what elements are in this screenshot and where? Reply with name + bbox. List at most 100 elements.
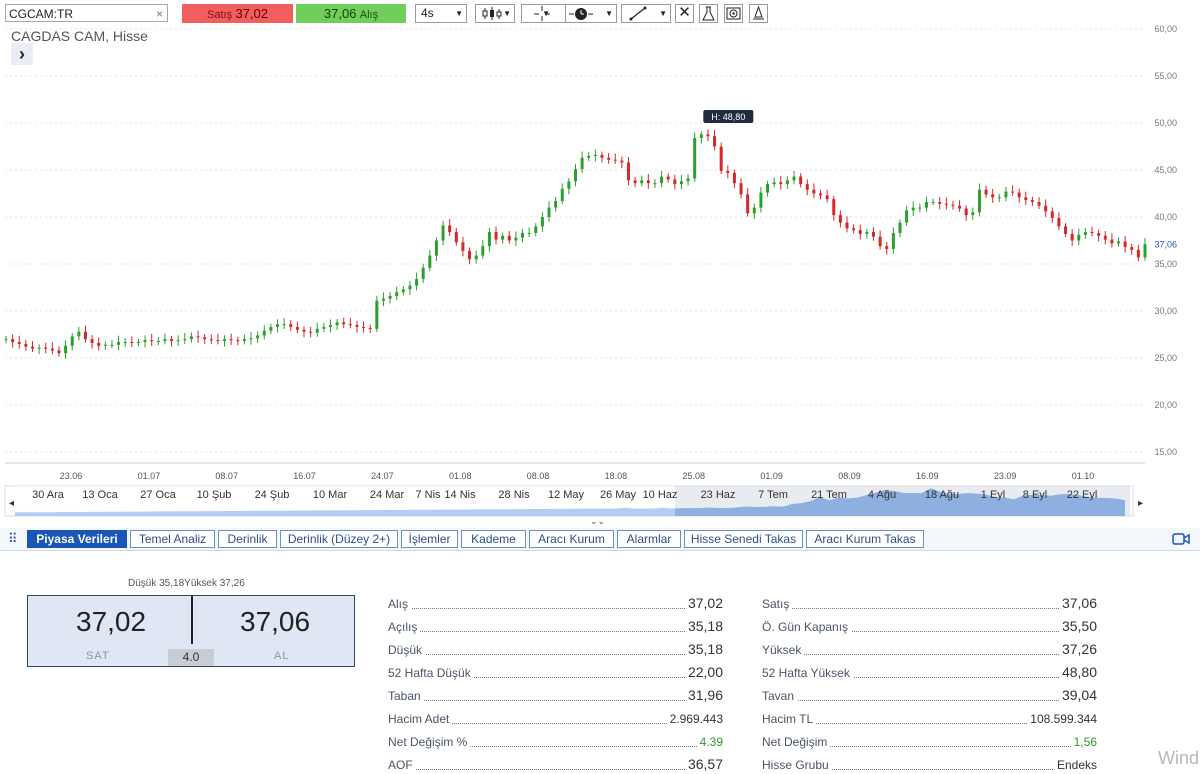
navigator-label: 27 Oca <box>140 489 176 501</box>
navigator-label: 26 May <box>600 489 637 501</box>
candle-body <box>494 232 498 240</box>
candle-body <box>11 339 15 343</box>
close-icon[interactable]: × <box>156 5 163 23</box>
symbol-input[interactable]: CGCAM:TR × <box>5 4 168 22</box>
candle-body <box>123 342 127 344</box>
candle-body <box>984 189 988 195</box>
candle-body <box>223 339 227 342</box>
candle-body <box>468 250 472 260</box>
last-price-label: 37,06 <box>1154 239 1177 249</box>
left-stat-label: Net Değişim % <box>388 735 471 749</box>
right-stat-value: 37,06 <box>1058 595 1097 611</box>
right-stat-value: Endeks <box>1053 758 1097 772</box>
candle-body <box>322 326 326 329</box>
candle-body <box>971 212 975 216</box>
time-button[interactable]: ▼ <box>565 4 617 23</box>
chart-type-button[interactable]: ▼ <box>475 4 515 23</box>
tab-3[interactable]: Derinlik (Düzey 2+) <box>280 530 398 548</box>
candle-body <box>454 232 458 243</box>
left-stat-value: 35,18 <box>684 618 723 634</box>
nav-left-arrow-icon[interactable]: ◂ <box>9 498 14 509</box>
high-marker-label: H: 48,80 <box>711 112 745 122</box>
right-stat-row: Tavan 39,04 <box>762 687 1097 705</box>
sell-button[interactable]: Satış 37,02 <box>182 4 293 23</box>
video-icon[interactable] <box>1172 532 1190 546</box>
candle-body <box>408 285 412 290</box>
collapse-icon[interactable]: ⌄⌄ <box>590 516 605 525</box>
left-stat-value: 2.969.443 <box>666 712 723 726</box>
ask-price[interactable]: 37,06 <box>240 606 310 638</box>
y-tick-label: 55,00 <box>1154 71 1177 81</box>
candle-body <box>626 162 630 181</box>
candle-body <box>951 204 955 206</box>
candle-body <box>1097 232 1101 236</box>
right-stat-row: Satış 37,06 <box>762 595 1097 613</box>
tab-8[interactable]: Hisse Senedi Takas <box>684 530 803 548</box>
candle-body <box>527 232 531 234</box>
navigator-label: 13 Oca <box>82 489 118 501</box>
candle-body <box>938 201 942 204</box>
line-draw-icon <box>629 6 647 21</box>
candle-body <box>1083 232 1087 235</box>
candle-body <box>534 226 538 233</box>
buy-button[interactable]: 37,06 Alış <box>296 4 406 23</box>
candle-body <box>1017 192 1021 198</box>
tab-2[interactable]: Derinlik <box>218 530 277 548</box>
candle-body <box>90 339 94 343</box>
left-stat-row: 52 Hafta Düşük 22,00 <box>388 664 723 682</box>
price-chart[interactable]: 60,00 55,00 50,00 45,00 40,00 35,00 30,00 25,00… <box>0 0 1200 525</box>
left-stat-label: Alış <box>388 597 412 611</box>
right-stat-label: Tavan <box>762 689 798 703</box>
left-stat-label: Taban <box>388 689 424 703</box>
candle-body <box>50 348 54 351</box>
day-low: Düşük 35,18 <box>128 578 185 589</box>
navigator-label: 28 Nis <box>498 489 530 501</box>
x-tick-label: 16.09 <box>916 471 939 481</box>
candle-body <box>448 225 452 233</box>
candle-body <box>785 180 789 185</box>
left-stat-row: Taban 31,96 <box>388 687 723 705</box>
candle-body <box>885 246 889 249</box>
x-tick-label: 23.09 <box>994 471 1017 481</box>
candle-body <box>845 222 849 229</box>
snapshot-button[interactable] <box>724 4 743 23</box>
right-stat-row: Ö. Gün Kapanış 35,50 <box>762 618 1097 636</box>
y-tick-label: 40,00 <box>1154 212 1177 222</box>
nav-right-arrow-icon[interactable]: ▸ <box>1138 498 1143 509</box>
candle-body <box>580 157 584 170</box>
draw-button[interactable]: ▼ <box>621 4 671 23</box>
grid-menu-icon[interactable]: ⠿ <box>8 531 18 547</box>
candle-body <box>832 199 836 216</box>
candle-body <box>189 336 193 340</box>
candle-body <box>262 330 266 336</box>
candle-body <box>176 340 180 342</box>
bid-price[interactable]: 37,02 <box>76 606 146 638</box>
candle-body <box>944 203 948 205</box>
candle-body <box>276 324 280 327</box>
navigator-window[interactable] <box>675 486 1130 516</box>
tab-4[interactable]: İşlemler <box>401 530 458 548</box>
chevron-right-icon[interactable]: › <box>11 43 33 65</box>
navigator-label: 24 Şub <box>255 489 290 501</box>
candle-body <box>977 189 981 213</box>
tab-5[interactable]: Kademe <box>461 530 526 548</box>
navigator[interactable]: 30 Ara 13 Oca 27 Oca 10 Şub 24 Şub 10 Mar 24 M… <box>4 485 1143 525</box>
candle-body <box>699 134 703 139</box>
candle-body <box>302 329 306 332</box>
interval-select[interactable]: 4s ▼ <box>415 4 467 23</box>
tab-7[interactable]: Alarmlar <box>617 530 681 548</box>
tab-9[interactable]: Aracı Kurum Takas <box>806 530 924 548</box>
tab-6[interactable]: Aracı Kurum <box>529 530 614 548</box>
left-stat-value: 35,18 <box>684 641 723 657</box>
tab-0[interactable]: Piyasa Verileri <box>27 530 127 548</box>
indicators-button[interactable] <box>699 4 718 23</box>
x-tick-label: 01.07 <box>138 471 161 481</box>
y-tick-label: 20,00 <box>1154 400 1177 410</box>
navigator-label: 7 Tem <box>758 489 788 501</box>
tab-1[interactable]: Temel Analiz <box>130 530 215 548</box>
candle-body <box>1130 247 1134 250</box>
alert-button[interactable] <box>749 4 768 23</box>
candle-body <box>481 246 485 256</box>
candle-body <box>587 155 591 158</box>
remove-drawings-button[interactable]: ✕ <box>675 4 694 23</box>
